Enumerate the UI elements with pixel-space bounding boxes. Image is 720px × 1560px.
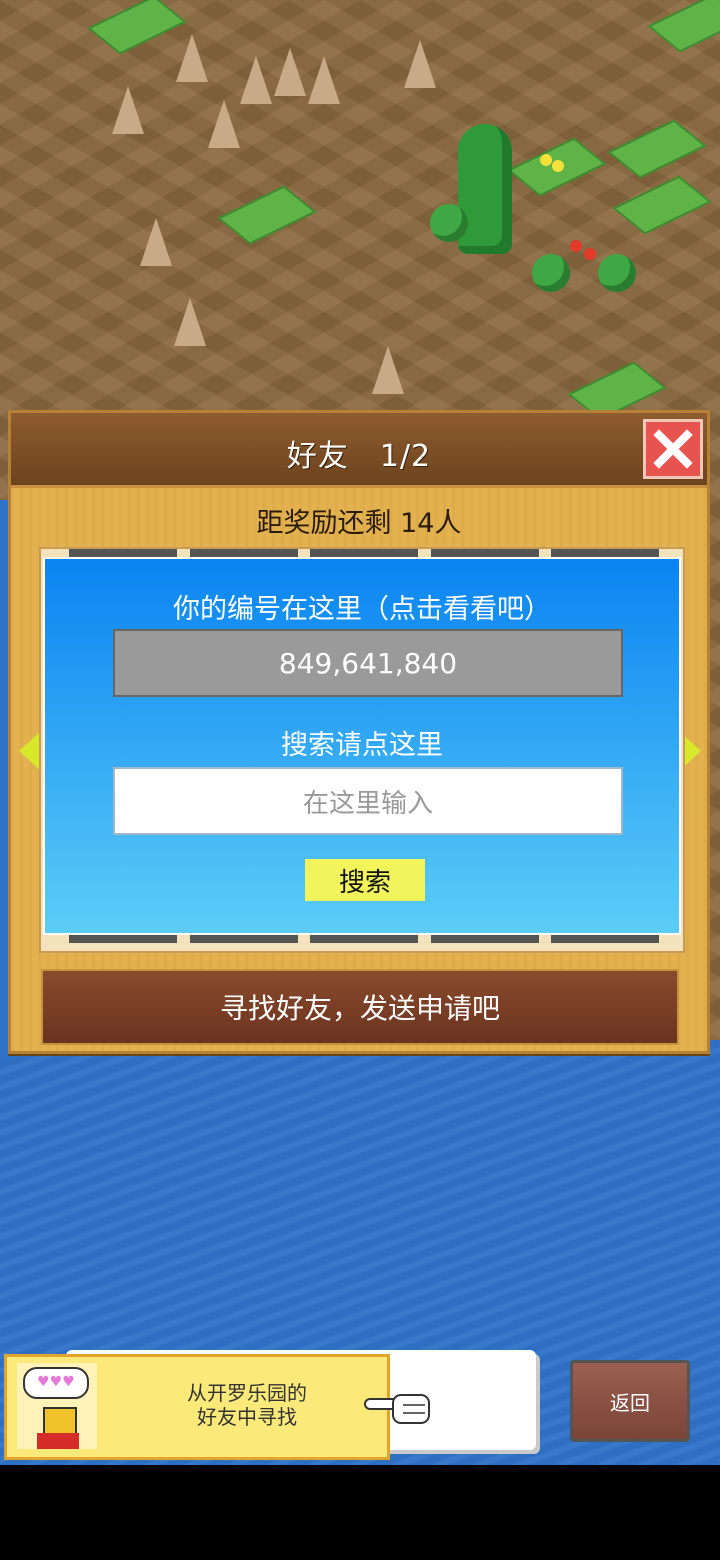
slot bbox=[551, 549, 659, 557]
flower bbox=[570, 240, 582, 252]
bush bbox=[532, 254, 570, 292]
kairo-text-line2: 好友中寻找 bbox=[197, 1405, 297, 1429]
slot bbox=[189, 549, 298, 557]
reward-remaining-text: 距奖励还剩 14人 bbox=[256, 508, 462, 539]
rock-spire bbox=[112, 86, 144, 134]
close-button[interactable] bbox=[643, 419, 703, 479]
dialog-title: 好友 1/2 bbox=[286, 439, 432, 474]
rock-spire bbox=[140, 218, 172, 266]
rock-spire bbox=[240, 56, 272, 104]
search-input[interactable]: 在这里输入 bbox=[113, 767, 623, 835]
slot bbox=[69, 935, 177, 943]
kairo-figure-body bbox=[37, 1433, 79, 1449]
bush bbox=[598, 254, 636, 292]
arrow-left-icon[interactable] bbox=[19, 731, 41, 771]
friend-slot-frame: 你的编号在这里（点击看看吧） 849,641,840 搜索请点这里 在这里输入 … bbox=[39, 547, 685, 953]
pointing-hand-icon bbox=[364, 1394, 430, 1424]
my-friend-code[interactable]: 849,641,840 bbox=[113, 629, 623, 697]
back-button[interactable]: 返回 bbox=[570, 1360, 690, 1442]
find-friends-button[interactable]: 寻找好友，发送申请吧 bbox=[41, 969, 679, 1045]
slot bbox=[310, 549, 418, 557]
rock-spire bbox=[174, 298, 206, 346]
slot bbox=[310, 935, 418, 943]
search-label: 搜索请点这里 bbox=[281, 730, 443, 761]
slot bbox=[430, 549, 539, 557]
top-slot-row bbox=[69, 549, 659, 557]
kairo-avatar: ♥♥♥ bbox=[17, 1363, 97, 1449]
flower bbox=[540, 154, 552, 166]
kairo-text-line1: 从开罗乐园的 bbox=[187, 1381, 307, 1405]
kairo-park-friends-button[interactable]: ♥♥♥ 从开罗乐园的 好友中寻找 bbox=[4, 1354, 430, 1460]
rock-spire bbox=[208, 100, 240, 148]
kairo-friends-text: 从开罗乐园的 好友中寻找 bbox=[147, 1381, 347, 1429]
slot bbox=[551, 935, 659, 943]
rock-spire bbox=[176, 34, 208, 82]
pine-tree bbox=[458, 124, 512, 254]
friend-code-panel: 你的编号在这里（点击看看吧） 849,641,840 搜索请点这里 在这里输入 … bbox=[43, 557, 681, 935]
rock-spire bbox=[274, 48, 306, 96]
bottom-slot-row bbox=[69, 935, 659, 943]
close-icon bbox=[653, 429, 693, 469]
rock-spire bbox=[404, 40, 436, 88]
bush bbox=[430, 204, 468, 242]
slot bbox=[69, 549, 177, 557]
flower bbox=[552, 160, 564, 172]
title-bar: 好友 1/2 bbox=[11, 413, 707, 488]
rock-spire bbox=[372, 346, 404, 394]
rock-spire bbox=[308, 56, 340, 104]
flower bbox=[584, 248, 596, 260]
code-label: 你的编号在这里（点击看看吧） bbox=[173, 594, 551, 625]
friend-dialog: 好友 1/2 距奖励还剩 14人 你的编号在这里（点击看看吧） 849,641,… bbox=[8, 410, 710, 1054]
slot bbox=[430, 935, 539, 943]
slot bbox=[189, 935, 298, 943]
hearts-icon: ♥♥♥ bbox=[23, 1367, 89, 1399]
search-button[interactable]: 搜索 bbox=[305, 859, 425, 901]
